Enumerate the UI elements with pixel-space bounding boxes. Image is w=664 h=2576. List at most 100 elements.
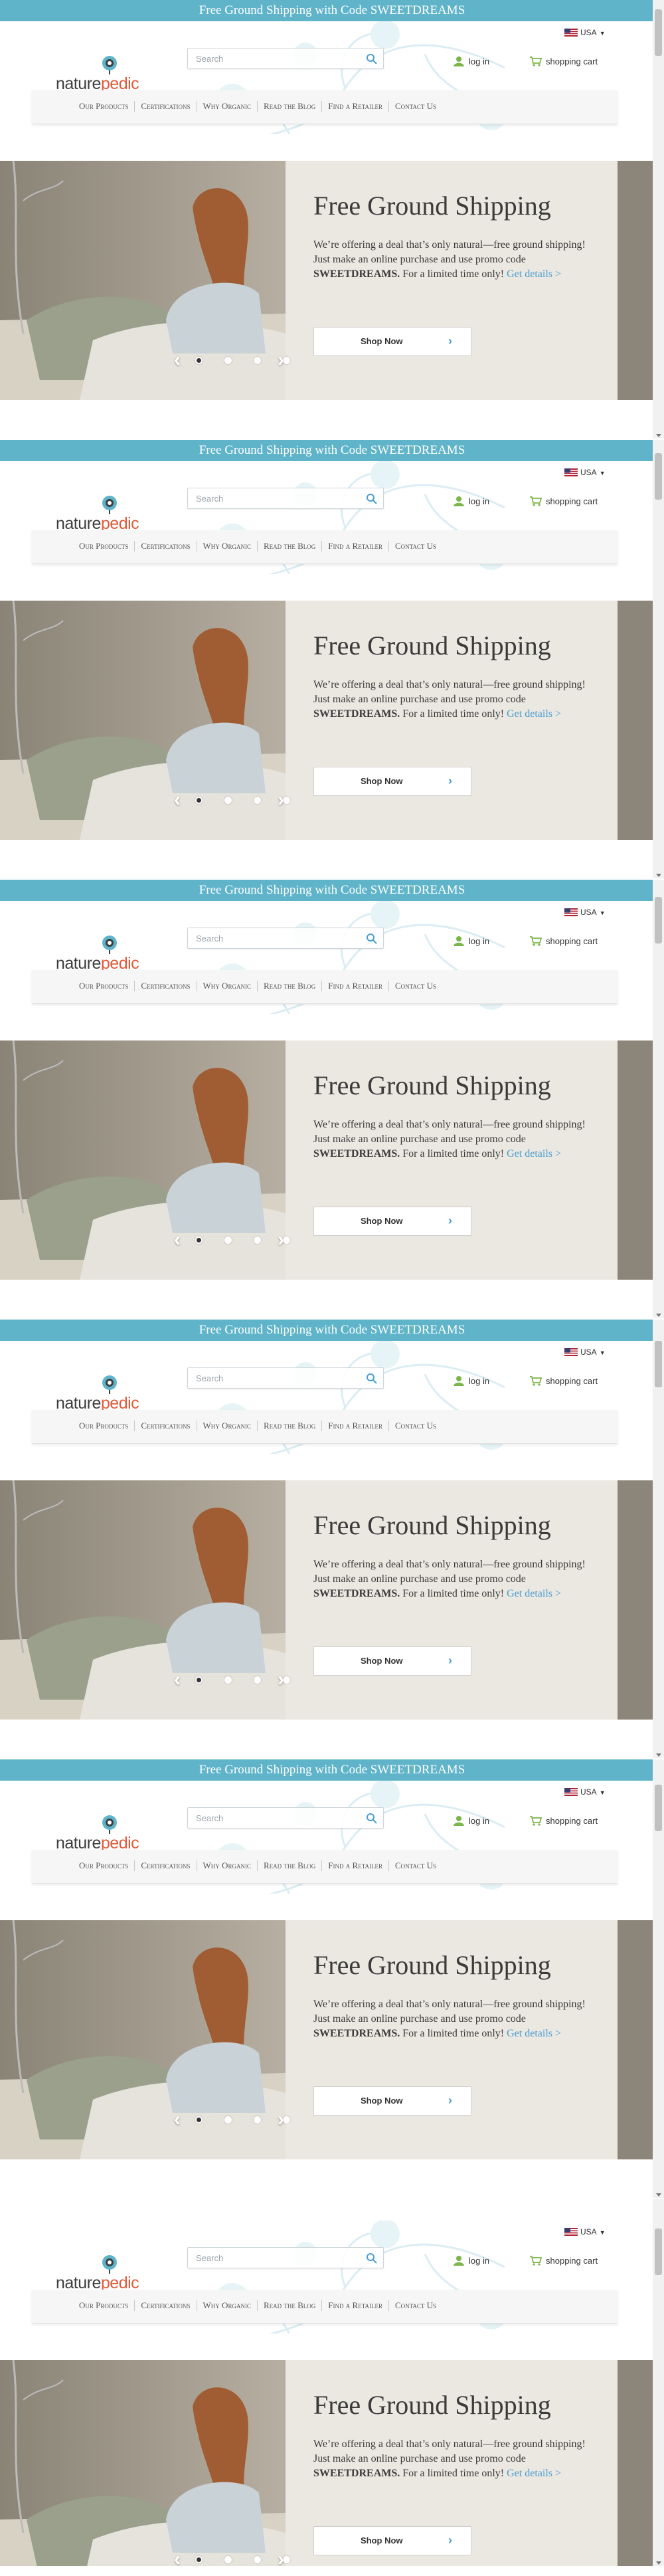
arrow-left-icon[interactable]: ‹ (174, 2549, 181, 2567)
promo-banner[interactable]: Free Ground Shipping with Code SWEETDREA… (0, 1759, 664, 1781)
logo[interactable]: naturepedic (56, 1814, 169, 1852)
carousel-dot[interactable] (195, 1237, 203, 1244)
promo-banner[interactable]: Free Ground Shipping with Code SWEETDREA… (0, 880, 664, 901)
shopping-cart-link[interactable]: shopping cart (530, 936, 598, 946)
nav-item-contact-us[interactable]: Contact Us (389, 1421, 442, 1431)
shop-now-button[interactable]: Shop Now › (313, 327, 471, 356)
get-details-link[interactable]: Get details > (507, 1588, 561, 1599)
arrow-left-icon[interactable]: ‹ (174, 790, 181, 810)
nav-item-find-a-retailer[interactable]: Find a Retailer (322, 981, 389, 991)
scrollbar[interactable] (653, 440, 664, 878)
region-selector[interactable]: USA ▼ (564, 2227, 606, 2236)
nav-item-read-the-blog[interactable]: Read the Blog (258, 541, 323, 551)
nav-item-find-a-retailer[interactable]: Find a Retailer (322, 2300, 389, 2311)
logo[interactable]: naturepedic (56, 54, 169, 93)
arrow-left-icon[interactable]: ‹ (174, 1670, 181, 1690)
nav-item-read-the-blog[interactable]: Read the Blog (258, 2300, 323, 2311)
search-input[interactable]: Search (187, 2247, 384, 2268)
arrow-right-icon[interactable]: › (278, 2110, 284, 2130)
logo[interactable]: naturepedic (56, 2254, 169, 2292)
login-link[interactable]: log in (453, 1815, 489, 1826)
nav-item-find-a-retailer[interactable]: Find a Retailer (322, 101, 389, 112)
nav-item-contact-us[interactable]: Contact Us (389, 2300, 442, 2311)
get-details-link[interactable]: Get details > (507, 708, 561, 720)
scrollbar[interactable] (653, 1759, 664, 2198)
carousel-dot[interactable] (195, 2116, 203, 2124)
arrow-right-icon[interactable]: › (278, 350, 284, 370)
nav-item-certifications[interactable]: Certifications (135, 981, 197, 991)
arrow-right-icon[interactable]: › (278, 1230, 284, 1250)
carousel-dot[interactable] (195, 1676, 203, 1684)
nav-item-read-the-blog[interactable]: Read the Blog (258, 101, 323, 112)
scrollbar-thumb[interactable] (655, 2229, 662, 2275)
arrow-right-icon[interactable]: › (278, 1670, 284, 1690)
shop-now-button[interactable]: Shop Now › (313, 1207, 471, 1236)
nav-item-read-the-blog[interactable]: Read the Blog (258, 1860, 323, 1871)
arrow-left-icon[interactable]: ‹ (174, 350, 181, 370)
nav-item-read-the-blog[interactable]: Read the Blog (258, 1421, 323, 1431)
login-link[interactable]: log in (453, 936, 489, 946)
scroll-down-icon[interactable] (656, 874, 661, 877)
arrow-right-icon[interactable]: › (278, 2549, 284, 2567)
shop-now-button[interactable]: Shop Now › (313, 2086, 471, 2116)
nav-item-our-products[interactable]: Our Products (73, 981, 135, 991)
search-input[interactable]: Search (187, 1807, 384, 1829)
nav-item-find-a-retailer[interactable]: Find a Retailer (322, 1421, 389, 1431)
shopping-cart-link[interactable]: shopping cart (530, 496, 598, 506)
nav-item-our-products[interactable]: Our Products (73, 101, 135, 112)
scroll-down-icon[interactable] (656, 1314, 661, 1317)
carousel-dot[interactable] (254, 1676, 261, 1684)
scroll-down-icon[interactable] (656, 1753, 661, 1757)
login-link[interactable]: log in (453, 56, 489, 66)
scrollbar-thumb[interactable] (655, 897, 662, 943)
carousel-dot[interactable] (254, 797, 261, 804)
nav-item-why-organic[interactable]: Why Organic (197, 101, 258, 112)
search-input[interactable]: Search (187, 488, 384, 509)
carousel-dot[interactable] (224, 357, 232, 364)
carousel-dot[interactable] (195, 2556, 203, 2563)
nav-item-contact-us[interactable]: Contact Us (389, 1860, 442, 1871)
search-icon[interactable] (366, 1373, 378, 1385)
region-selector[interactable]: USA ▼ (564, 28, 606, 37)
nav-item-certifications[interactable]: Certifications (135, 2300, 197, 2311)
carousel-dot[interactable] (224, 2556, 232, 2563)
login-link[interactable]: log in (453, 496, 489, 506)
shop-now-button[interactable]: Shop Now › (313, 1646, 471, 1676)
shop-now-button[interactable]: Shop Now › (313, 767, 471, 796)
scrollbar-thumb[interactable] (655, 453, 662, 500)
arrow-left-icon[interactable]: ‹ (174, 2110, 181, 2130)
nav-item-read-the-blog[interactable]: Read the Blog (258, 981, 323, 991)
nav-item-find-a-retailer[interactable]: Find a Retailer (322, 541, 389, 551)
search-input[interactable]: Search (187, 1367, 384, 1389)
region-selector[interactable]: USA ▼ (564, 1347, 606, 1357)
promo-banner[interactable]: Free Ground Shipping with Code SWEETDREA… (0, 440, 664, 461)
shopping-cart-link[interactable]: shopping cart (530, 1375, 598, 1386)
carousel-dot[interactable] (224, 1237, 232, 1244)
scrollbar[interactable] (653, 2199, 664, 2566)
carousel-dot[interactable] (254, 2556, 261, 2563)
logo[interactable]: naturepedic (56, 1374, 169, 1413)
scrollbar[interactable] (653, 1320, 664, 1758)
shopping-cart-link[interactable]: shopping cart (530, 1815, 598, 1826)
nav-item-contact-us[interactable]: Contact Us (389, 541, 442, 551)
get-details-link[interactable]: Get details > (507, 268, 561, 280)
carousel-dot[interactable] (224, 797, 232, 804)
search-icon[interactable] (366, 493, 378, 505)
promo-banner[interactable]: Free Ground Shipping with Code SWEETDREA… (0, 0, 664, 21)
carousel-dot[interactable] (195, 797, 203, 804)
logo[interactable]: naturepedic (56, 494, 169, 533)
carousel-dot[interactable] (195, 357, 203, 364)
nav-item-why-organic[interactable]: Why Organic (197, 2300, 258, 2311)
logo[interactable]: naturepedic (56, 934, 169, 973)
get-details-link[interactable]: Get details > (507, 2468, 561, 2479)
region-selector[interactable]: USA ▼ (564, 908, 606, 917)
shop-now-button[interactable]: Shop Now › (313, 2526, 471, 2555)
region-selector[interactable]: USA ▼ (564, 468, 606, 477)
nav-item-why-organic[interactable]: Why Organic (197, 1421, 258, 1431)
promo-banner[interactable]: Free Ground Shipping with Code SWEETDREA… (0, 1320, 664, 1341)
nav-item-certifications[interactable]: Certifications (135, 101, 197, 112)
scrollbar-thumb[interactable] (655, 1785, 662, 1831)
scroll-down-icon[interactable] (656, 434, 661, 437)
search-input[interactable]: Search (187, 48, 384, 69)
nav-item-why-organic[interactable]: Why Organic (197, 1860, 258, 1871)
